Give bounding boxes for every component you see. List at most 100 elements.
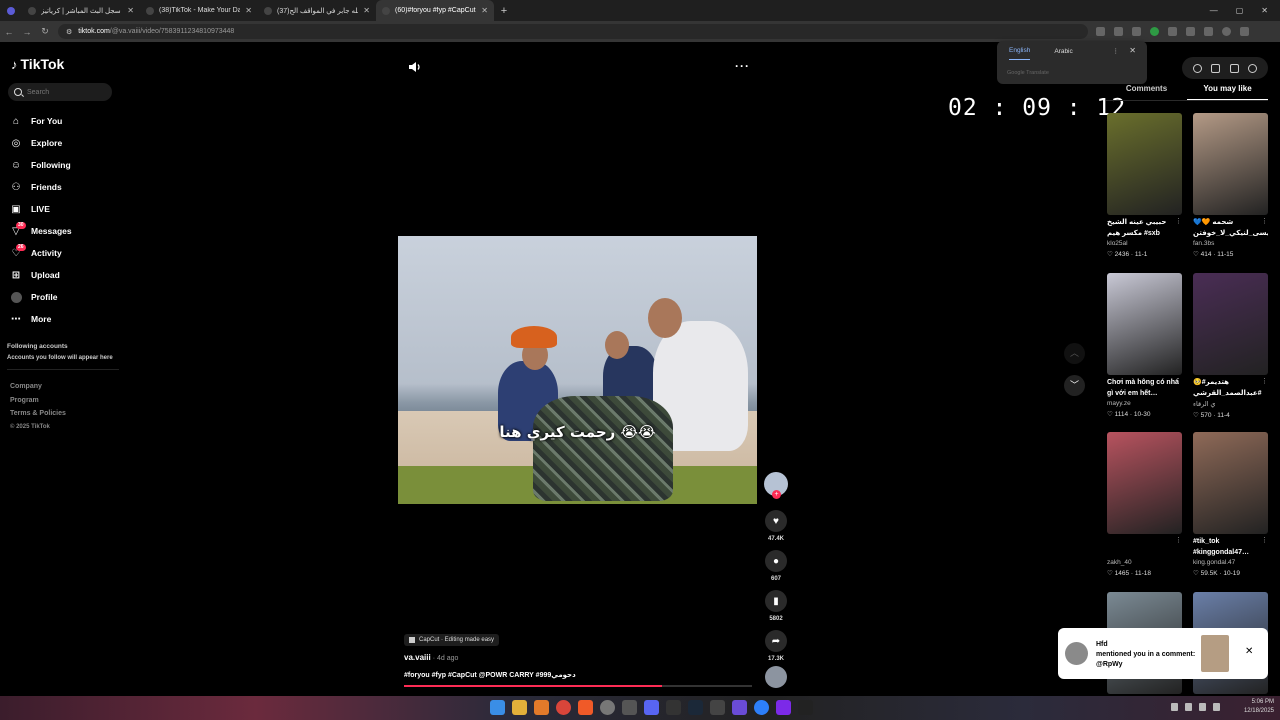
- install-icon[interactable]: [1096, 27, 1105, 36]
- sidebar-item-upload[interactable]: ⊞ Upload: [10, 264, 72, 286]
- card-more-icon[interactable]: ⋮: [1261, 536, 1268, 544]
- sidebar-item-explore[interactable]: ◎ Explore: [10, 132, 72, 154]
- phone-icon[interactable]: [1211, 63, 1221, 73]
- translate-menu-icon[interactable]: ⋮: [1113, 47, 1120, 55]
- share-action[interactable]: ➦ 17.3K: [763, 630, 789, 662]
- card-username[interactable]: mayy.ze: [1107, 400, 1182, 407]
- browser-tab-4-active[interactable]: (60)#foryou #fyp #CapCut ✕: [376, 0, 494, 21]
- chrome-icon[interactable]: [556, 700, 571, 715]
- sidebar-item-more[interactable]: ⋯ More: [10, 308, 72, 330]
- translate-lang-arabic[interactable]: Arabic: [1054, 48, 1072, 55]
- video-thumbnail[interactable]: [1107, 432, 1182, 534]
- start-icon[interactable]: [490, 700, 505, 715]
- brave-icon[interactable]: [578, 700, 593, 715]
- mic-icon[interactable]: [1171, 703, 1178, 711]
- discord-icon[interactable]: [644, 700, 659, 715]
- video-thumbnail[interactable]: [1107, 273, 1182, 375]
- video-description[interactable]: #foryou #fyp #CapCut @POWR CARRY #999دحو…: [404, 671, 576, 679]
- card-more-icon[interactable]: ⋮: [1261, 217, 1268, 225]
- video-player[interactable]: رحمت كيري هنا 😭😭: [398, 236, 757, 504]
- minimize-icon[interactable]: —: [1210, 6, 1218, 15]
- like-action[interactable]: ♥ 47.4K: [763, 510, 789, 542]
- browser-tab-1[interactable]: سجل البث المباشر | كرياتيز ✕: [22, 0, 140, 21]
- recommended-video-card[interactable]: zakh_40 ♡ 1465 · 11-18 ⋮: [1107, 432, 1182, 577]
- user-avatar-icon[interactable]: [1248, 63, 1258, 73]
- site-info-icon[interactable]: ⚙: [66, 28, 72, 36]
- tiktok-logo[interactable]: ♪ TikTok: [11, 56, 64, 72]
- close-tab-icon[interactable]: ✕: [481, 6, 488, 15]
- card-more-icon[interactable]: ⋮: [1175, 377, 1182, 385]
- forward-icon[interactable]: →: [18, 27, 36, 37]
- footer-link-company[interactable]: Company: [10, 380, 66, 394]
- back-icon[interactable]: ←: [0, 27, 18, 37]
- network-icon[interactable]: [1199, 703, 1206, 711]
- app-icon[interactable]: [798, 700, 813, 715]
- battery-icon[interactable]: [1213, 703, 1220, 711]
- reload-icon[interactable]: ↻: [36, 26, 54, 37]
- close-icon[interactable]: ✕: [1245, 646, 1253, 657]
- app-icon[interactable]: [622, 700, 637, 715]
- browser-tab-3[interactable]: (37)عبدالله جابر في المواقف الح ✕: [258, 0, 376, 21]
- app-icon[interactable]: [732, 700, 747, 715]
- sidebar-item-profile[interactable]: Profile: [10, 286, 72, 308]
- video-progress-bar[interactable]: [404, 685, 752, 687]
- footer-link-terms[interactable]: Terms & Policies: [10, 407, 66, 421]
- close-tab-icon[interactable]: ✕: [127, 6, 134, 15]
- card-username[interactable]: klo25al: [1107, 240, 1182, 247]
- extension-icon[interactable]: [1150, 27, 1159, 36]
- more-options-icon[interactable]: ···: [735, 59, 750, 73]
- mention-notification[interactable]: Hfd mentioned you in a comment: @RpWy ✕: [1058, 628, 1268, 679]
- previous-video-button[interactable]: ︿: [1064, 343, 1085, 364]
- translate-icon[interactable]: [1114, 27, 1123, 36]
- creator-avatar[interactable]: +: [764, 472, 788, 499]
- card-username[interactable]: fan.3bs: [1193, 240, 1268, 247]
- menu-icon[interactable]: [1240, 27, 1249, 36]
- app-icon[interactable]: [710, 700, 725, 715]
- video-thumbnail[interactable]: [1107, 113, 1182, 215]
- recommended-video-card[interactable]: شحمه 🧡💙 #عيسى_لنيكي_لا_خوفتن… fan.3bs ♡ 41…: [1193, 113, 1268, 258]
- maximize-icon[interactable]: ▢: [1236, 6, 1244, 15]
- card-more-icon[interactable]: ⋮: [1175, 217, 1182, 225]
- sidebar-item-friends[interactable]: ⚇ Friends: [10, 176, 72, 198]
- comment-icon[interactable]: ●: [765, 550, 787, 572]
- sidebar-item-activity[interactable]: ♡ 26 Activity: [10, 242, 72, 264]
- search-input[interactable]: Search: [8, 83, 112, 101]
- translate-close-icon[interactable]: ✕: [1129, 46, 1136, 55]
- video-thumbnail[interactable]: [1193, 432, 1268, 534]
- card-more-icon[interactable]: ⋮: [1175, 536, 1182, 544]
- close-window-icon[interactable]: ✕: [1261, 6, 1268, 15]
- video-thumbnail[interactable]: [1193, 273, 1268, 375]
- next-video-button[interactable]: ﹀: [1064, 375, 1085, 396]
- app-icon[interactable]: [666, 700, 681, 715]
- steam-icon[interactable]: [688, 700, 703, 715]
- video-author[interactable]: va.vaiii · 4d ago: [404, 653, 458, 662]
- close-tab-icon[interactable]: ✕: [245, 6, 252, 15]
- browser-tab-2[interactable]: (38)TikTok - Make Your Day ✕: [140, 0, 258, 21]
- close-tab-icon[interactable]: ✕: [363, 6, 370, 15]
- sidebar-item-messages[interactable]: ▽ 30 Messages: [10, 220, 72, 242]
- recommended-video-card[interactable]: حبيبي عينه الشيخ مكسر هيم #sxb #powr… klo…: [1107, 113, 1182, 258]
- app-icon[interactable]: [776, 700, 791, 715]
- new-tab-button[interactable]: +: [494, 5, 514, 17]
- downloads-icon[interactable]: [1204, 27, 1213, 36]
- browser-tab[interactable]: [0, 0, 22, 21]
- extensions-puzzle-icon[interactable]: [1168, 27, 1177, 36]
- bookmark-icon[interactable]: ▮: [765, 590, 787, 612]
- tab-you-may-like[interactable]: You may like: [1187, 84, 1268, 100]
- recommended-video-card[interactable]: Chơi mà hông có nhá gì với em hết… mayy.z…: [1107, 273, 1182, 418]
- heart-icon[interactable]: ♥: [765, 510, 787, 532]
- download-icon[interactable]: [1229, 63, 1239, 73]
- address-bar[interactable]: ⚙ tiktok.com/@va.vaiii/video/75839112348…: [58, 24, 1088, 39]
- sidebar-item-for-you[interactable]: ⌂ For You: [10, 110, 72, 132]
- bookmark-star-icon[interactable]: [1132, 27, 1141, 36]
- sidebar-item-following[interactable]: ☺ Following: [10, 154, 72, 176]
- footer-link-program[interactable]: Program: [10, 394, 66, 408]
- recommended-video-card[interactable]: #tik_tok #kinggondal47… king.gondal.47 ♡ 5…: [1193, 432, 1268, 577]
- volume-tray-icon[interactable]: [1185, 703, 1192, 711]
- extension-icon[interactable]: [1186, 27, 1195, 36]
- profile-avatar-icon[interactable]: [1222, 27, 1231, 36]
- capcut-anchor[interactable]: CapCut · Editing made easy: [404, 634, 500, 646]
- card-username[interactable]: king.gondal.47: [1193, 559, 1268, 566]
- card-username[interactable]: zakh_40: [1107, 559, 1182, 566]
- clock[interactable]: 5:06 PM 12/18/2025: [1244, 698, 1274, 716]
